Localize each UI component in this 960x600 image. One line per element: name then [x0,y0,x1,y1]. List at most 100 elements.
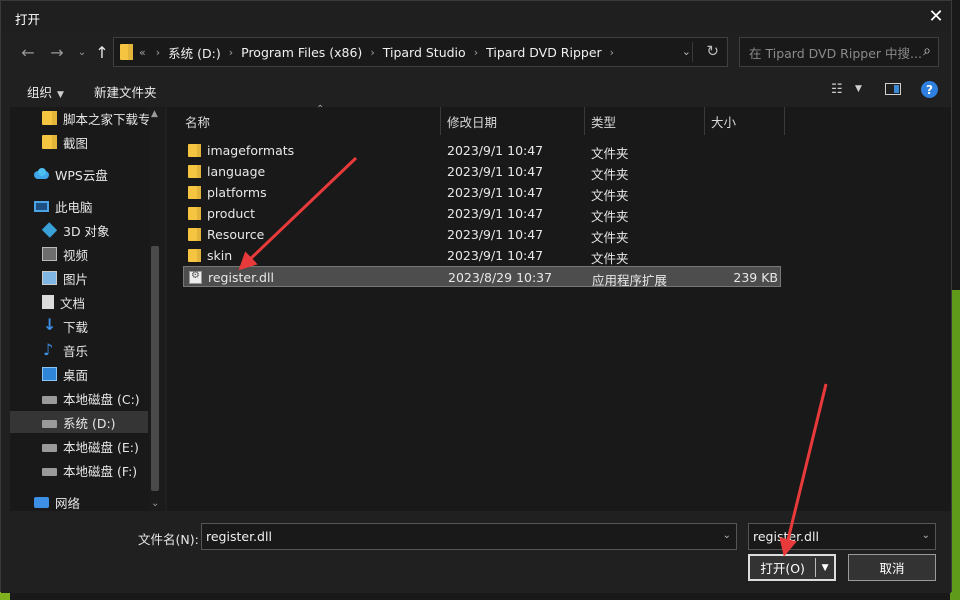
folder-icon [188,165,201,178]
sidebar-item-this-pc[interactable]: 此电脑 [10,195,148,217]
network-icon [34,495,49,509]
file-date: 2023/9/1 10:47 [447,206,544,221]
close-icon[interactable]: ✕ [921,1,951,32]
folder-icon [188,186,201,199]
folder-icon [42,111,57,125]
sidebar-item-drive-e[interactable]: 本地磁盘 (E:) [10,435,148,457]
window-title: 打开 [15,12,41,27]
search-icon[interactable]: ⌕ [923,43,931,59]
sidebar-item-drive-d[interactable]: 系统 (D:) [10,411,148,433]
filetype-select[interactable]: register.dll ⌄ [748,523,936,550]
sidebar-item-wps-cloud[interactable]: WPS云盘 [10,163,148,185]
sidebar-item-3d-objects[interactable]: 3D 对象 [10,219,148,241]
table-row[interactable]: product 2023/9/1 10:47 文件夹 [183,203,781,224]
table-row[interactable]: language 2023/9/1 10:47 文件夹 [183,161,781,182]
chevron-down-icon[interactable]: ⌄ [723,530,731,541]
column-header-type[interactable]: 类型 [585,107,705,135]
table-row[interactable]: Resource 2023/9/1 10:47 文件夹 [183,224,781,245]
file-date: 2023/9/1 10:47 [447,185,544,200]
computer-icon [34,200,49,212]
file-type: 文件夹 [591,251,629,266]
file-name: product [207,206,256,221]
file-name: imageformats [207,143,295,158]
file-name: Resource [207,227,265,242]
table-row-selected[interactable]: register.dll 2023/8/29 10:37 应用程序扩展 239 … [183,266,781,288]
sidebar-item-downloads[interactable]: 下载 [10,315,148,337]
sidebar-scrollbar-thumb[interactable] [151,246,159,491]
drive-icon [42,396,57,404]
sidebar-item-videos[interactable]: 视频 [10,243,148,265]
sidebar-item-network[interactable]: 网络 [10,491,148,511]
organize-button[interactable]: 组织 ▼ [27,82,64,101]
chevron-right-icon[interactable]: › [370,46,374,59]
column-header-date[interactable]: 修改日期 [441,107,585,135]
chevron-down-icon[interactable]: ⌄ [71,41,93,63]
sidebar-item-desktop[interactable]: 桌面 [10,363,148,385]
arrow-right-icon[interactable]: → [46,41,68,63]
dll-file-icon [189,270,202,284]
drive-icon [42,420,57,428]
address-bar[interactable]: « › 系统 (D:) › Program Files (x86) › Tipa… [113,37,728,67]
scroll-up-icon[interactable]: ▲ [151,109,158,119]
open-file-dialog: 打开 ✕ ← → ⌄ ↑ « › 系统 (D:) › Program Files… [0,0,952,593]
chevron-right-icon[interactable]: › [474,46,478,59]
sidebar-item-drive-c[interactable]: 本地磁盘 (C:) [10,387,148,409]
bottom-panel: 文件名(N): register.dll ⌄ register.dll ⌄ 打开… [1,511,951,593]
caret-down-icon[interactable]: ▼ [816,563,834,573]
cancel-button[interactable]: 取消 [848,554,936,581]
sidebar-item-screenshots[interactable]: 截图 [10,131,148,153]
sidebar-item-music[interactable]: 音乐 [10,339,148,361]
chevron-down-icon[interactable]: ⌄ [682,45,691,58]
file-name: language [207,164,266,179]
file-date: 2023/9/1 10:47 [447,143,544,158]
table-row[interactable]: imageformats 2023/9/1 10:47 文件夹 [183,140,781,161]
sidebar-item-documents[interactable]: 文档 [10,291,148,313]
filename-input[interactable]: register.dll ⌄ [201,523,737,550]
column-header-name[interactable]: 名称 ⌃ [179,104,441,135]
breadcrumb-item[interactable]: Tipard DVD Ripper [486,45,602,60]
file-type: 应用程序扩展 [592,273,668,288]
scroll-down-icon[interactable]: ⌄ [151,498,159,509]
arrow-left-icon[interactable]: ← [17,41,39,63]
sidebar-item-drive-f[interactable]: 本地磁盘 (F:) [10,459,148,481]
column-header-size[interactable]: 大小 [705,107,785,135]
file-date: 2023/9/1 10:47 [447,227,544,242]
file-name: register.dll [208,270,274,285]
search-input[interactable]: 在 Tipard DVD Ripper 中搜... ⌕ [739,37,939,67]
breadcrumb-item[interactable]: Tipard Studio [383,45,466,60]
folder-icon [188,144,201,157]
preview-pane-icon[interactable] [885,83,901,95]
toolbar: 组织 ▼ 新建文件夹 ☷ ▼ ? [1,72,951,106]
pictures-icon [42,271,57,285]
table-row[interactable]: skin 2023/9/1 10:47 文件夹 [183,245,781,266]
search-placeholder: 在 Tipard DVD Ripper 中搜... [749,45,922,61]
breadcrumb-item[interactable]: 系统 (D:) [168,43,221,62]
chevron-down-icon[interactable]: ⌄ [922,530,930,541]
help-icon[interactable]: ? [921,81,938,98]
folder-icon [42,135,57,149]
folder-icon [188,249,201,262]
breadcrumb-item[interactable]: Program Files (x86) [241,45,362,60]
arrow-up-icon[interactable]: ↑ [91,41,113,63]
chevron-right-icon[interactable]: › [229,46,233,59]
chevron-right-icon[interactable]: › [610,46,614,59]
view-options-icon[interactable]: ☷ [831,82,843,97]
sidebar-item-pictures[interactable]: 图片 [10,267,148,289]
file-name: skin [207,248,233,263]
drive-icon [42,444,57,452]
file-list: 名称 ⌃ 修改日期 类型 大小 imageformats 2023/9/1 10… [167,104,951,511]
sidebar-item-downloads-special[interactable]: 脚本之家下载专用 [10,107,163,129]
open-button[interactable]: 打开(O) ▼ [748,554,836,581]
navigation-pane: 脚本之家下载专用 截图 WPS云盘 此电脑 3D 对象 视频 图片 文档 ↓ 下… [10,107,165,511]
caret-down-icon[interactable]: ▼ [855,84,862,94]
download-icon [42,315,57,334]
breadcrumb-overflow[interactable]: « [139,46,146,59]
file-type: 文件夹 [591,167,629,182]
desktop-icon [42,367,57,381]
new-folder-button[interactable]: 新建文件夹 [94,82,157,101]
file-date: 2023/9/1 10:47 [447,164,544,179]
table-row[interactable]: platforms 2023/9/1 10:47 文件夹 [183,182,781,203]
refresh-icon[interactable]: ↻ [706,42,719,60]
folder-icon [188,207,201,220]
3d-objects-icon [41,222,58,238]
